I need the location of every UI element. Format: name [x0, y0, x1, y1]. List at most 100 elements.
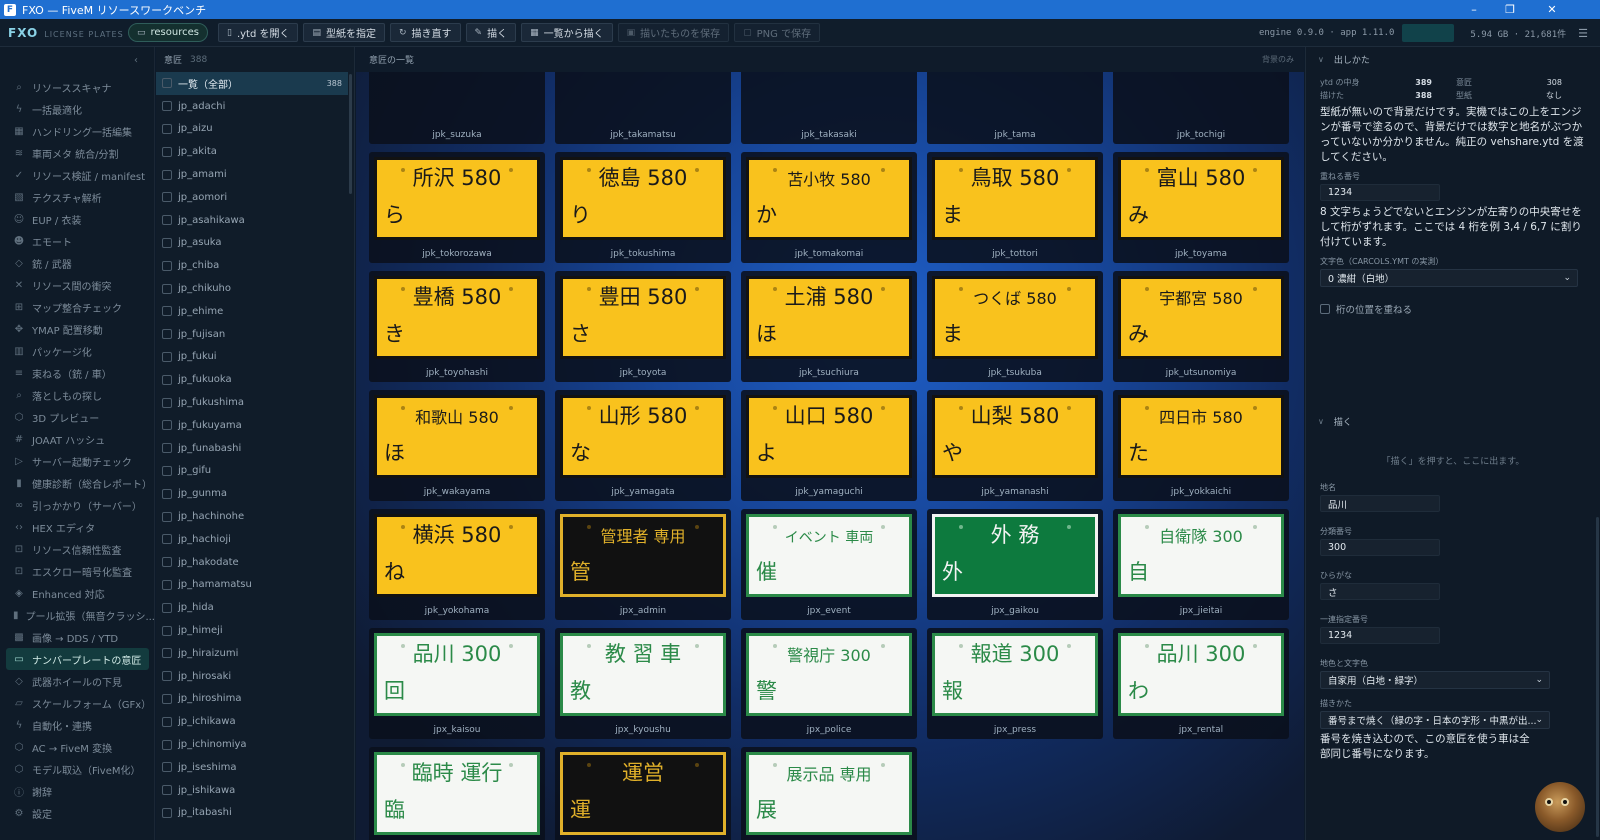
design-list-item[interactable]: jp_hida	[156, 596, 354, 619]
sidebar-item-28[interactable]: ▱ スケールフォーム（GFx）	[0, 692, 154, 714]
plate-card[interactable]: 自衛隊 300 自 jpx_jieitai	[1113, 509, 1289, 620]
toolbar-button-2[interactable]: ▤ 型紙を指定	[303, 23, 385, 42]
plate-card[interactable]: 展示品 専用展jpx_tenji	[741, 747, 917, 840]
overlay-number-input[interactable]: 1234	[1320, 184, 1440, 201]
plate-card[interactable]: 外 務外 jpx_gaikou	[927, 509, 1103, 620]
sidebar-item-19[interactable]: ∞ 引っかかり（サーバー）	[0, 494, 154, 516]
plate-card[interactable]: 土浦 580 ほ jpk_tsuchiura	[741, 271, 917, 382]
sidebar-item-2[interactable]: ▦ ハンドリング一括編集	[0, 120, 154, 142]
plate-card[interactable]: 鳥取 580 ま jpk_tottori	[927, 152, 1103, 263]
toolbar-button-1[interactable]: ▯ .ytd を開く	[217, 23, 299, 42]
plate-card[interactable]: イベント 車両催 jpx_event	[741, 509, 917, 620]
design-list-item[interactable]: jp_himeji	[156, 619, 354, 642]
plate-card[interactable]: 宇都宮 580 み jpk_utsunomiya	[1113, 271, 1289, 382]
plate-card[interactable]: 警視庁 300 警 jpx_police	[741, 628, 917, 739]
sidebar-item-20[interactable]: ‹› HEX エディタ	[0, 516, 154, 538]
toolbar-button-5[interactable]: ▦ 一覧から描く	[521, 23, 613, 42]
design-list-item[interactable]: jp_aomori	[156, 186, 354, 209]
plate-card[interactable]: 四日市 580 た jpk_yokkaichi	[1113, 390, 1289, 501]
overlay-digits-checkbox[interactable]: 桁の位置を重ねる	[1306, 301, 1600, 317]
plate-card[interactable]: jpk_suzuka	[369, 72, 545, 144]
sidebar-item-9[interactable]: ✕ リソース間の衝突	[0, 274, 154, 296]
sidebar-collapse-button[interactable]: ‹	[134, 55, 138, 66]
plate-card[interactable]: 豊橋 580 き jpk_toyohashi	[369, 271, 545, 382]
sidebar-item-26[interactable]: ▭ ナンバープレートの意匠	[6, 648, 149, 670]
design-list-item[interactable]: jp_fukuyama	[156, 414, 354, 437]
design-list-item[interactable]: jp_fujisan	[156, 323, 354, 346]
design-list-item[interactable]: jp_asahikawa	[156, 209, 354, 232]
draw-section-header[interactable]: ∨ 描く	[1306, 409, 1600, 434]
design-list-item[interactable]: jp_ishikawa	[156, 779, 354, 802]
design-list-item[interactable]: jp_iseshima	[156, 756, 354, 779]
background-only-toggle[interactable]: 背景のみ	[1262, 54, 1294, 65]
sidebar-item-22[interactable]: ⊡ エスクロー暗号化監査	[0, 560, 154, 582]
toolbar-button-6[interactable]: ▣ 描いたものを保存	[617, 23, 730, 42]
style-select[interactable]: 自家用（白地・緑字） ⌄	[1320, 671, 1550, 689]
plate-card[interactable]: 所沢 580 ら jpk_tokorozawa	[369, 152, 545, 263]
design-list-item[interactable]: jp_ichinomiya	[156, 733, 354, 756]
toolbar-button-4[interactable]: ✎ 描く	[465, 23, 517, 42]
sidebar-item-24[interactable]: ▮ プール拡張（無音クラッシ...	[0, 604, 154, 626]
sidebar-item-31[interactable]: ⬡ モデル取込（FiveM化）	[0, 758, 154, 780]
plate-card[interactable]: jpk_takamatsu	[555, 72, 731, 144]
plate-card[interactable]: つくば 580 ま jpk_tsukuba	[927, 271, 1103, 382]
mascot-avatar[interactable]	[1535, 782, 1585, 832]
sidebar-item-1[interactable]: ϟ 一括最適化	[0, 98, 154, 120]
sidebar-item-15[interactable]: ⬡ 3D プレビュー	[0, 406, 154, 428]
plate-card[interactable]: 横浜 580 ね jpk_yokohama	[369, 509, 545, 620]
toolbar-button-7[interactable]: ▢ PNG で保存	[734, 23, 821, 42]
design-list-item[interactable]: jp_hachioji	[156, 528, 354, 551]
sidebar-item-18[interactable]: ▮ 健康診断（総合レポート）	[0, 472, 154, 494]
sidebar-item-30[interactable]: ⬡ AC → FiveM 変換	[0, 736, 154, 758]
design-list-item[interactable]: jp_fukui	[156, 346, 354, 369]
sidebar-item-21[interactable]: ⊡ リソース信頼性監査	[0, 538, 154, 560]
close-button[interactable]: ✕	[1534, 0, 1570, 19]
sidebar-item-33[interactable]: ⚙ 設定	[0, 802, 154, 824]
sidebar-item-17[interactable]: ▷ サーバー起動チェック	[0, 450, 154, 472]
design-list-item[interactable]: jp_hamamatsu	[156, 574, 354, 597]
design-list-item[interactable]: jp_hakodate	[156, 551, 354, 574]
plate-card[interactable]: 品川 300 回 jpx_kaisou	[369, 628, 545, 739]
design-list-item[interactable]: jp_akita	[156, 140, 354, 163]
design-list-item[interactable]: jp_itabashi	[156, 802, 354, 825]
sidebar-item-14[interactable]: ⌕ 落としもの探し	[0, 384, 154, 406]
design-list-item[interactable]: 一覧（全部） 388	[156, 72, 348, 95]
sidebar-item-0[interactable]: ⌕ リソーススキャナ	[0, 76, 154, 98]
design-list-item[interactable]: jp_gifu	[156, 460, 354, 483]
sidebar-item-6[interactable]: ☺ EUP / 衣装	[0, 208, 154, 230]
plate-card[interactable]: 報道 300 報 jpx_press	[927, 628, 1103, 739]
plate-card[interactable]: 運営運jpx_staff	[555, 747, 731, 840]
plate-card[interactable]: 品川 300 わ jpx_rental	[1113, 628, 1289, 739]
design-list-item[interactable]: jp_asuka	[156, 232, 354, 255]
plate-card[interactable]: jpk_tama	[927, 72, 1103, 144]
design-list-item[interactable]: jp_fukushima	[156, 391, 354, 414]
sidebar-item-5[interactable]: ▧ テクスチャ解析	[0, 186, 154, 208]
sidebar-item-16[interactable]: # JOAAT ハッシュ	[0, 428, 154, 450]
design-list-item[interactable]: jp_gunma	[156, 482, 354, 505]
sidebar-item-10[interactable]: ⊞ マップ整合チェック	[0, 296, 154, 318]
draw-field-input[interactable]: さ	[1320, 583, 1440, 600]
sidebar-item-25[interactable]: ▩ 画像 → DDS / YTD	[0, 626, 154, 648]
plate-card[interactable]: 苫小牧 580 か jpk_tomakomai	[741, 152, 917, 263]
design-list-item[interactable]: jp_ehime	[156, 300, 354, 323]
options-scrollbar[interactable]	[1596, 517, 1599, 837]
sidebar-item-3[interactable]: ≋ 車両メタ 統合/分割	[0, 142, 154, 164]
sidebar-item-11[interactable]: ✥ YMAP 配置移動	[0, 318, 154, 340]
sidebar-item-29[interactable]: ϟ 自動化・連携	[0, 714, 154, 736]
sidebar-item-32[interactable]: ⓘ 謝辞	[0, 780, 154, 802]
draw-field-input[interactable]: 300	[1320, 539, 1440, 556]
design-list-item[interactable]: jp_amami	[156, 163, 354, 186]
sidebar-item-8[interactable]: ◇ 銃 / 武器	[0, 252, 154, 274]
design-list-item[interactable]: jp_funabashi	[156, 437, 354, 460]
settings-icon[interactable]: ☰	[1578, 27, 1588, 40]
output-section-header[interactable]: ∨ 出しかた	[1306, 47, 1600, 72]
plate-card[interactable]: 富山 580 み jpk_toyama	[1113, 152, 1289, 263]
design-list-item[interactable]: jp_fukuoka	[156, 368, 354, 391]
method-select[interactable]: 番号まで焼く（緑の字・日本の字形・中黒が出... ⌄	[1320, 711, 1550, 729]
design-list-item[interactable]: jp_adachi	[156, 95, 354, 118]
design-list-item[interactable]: jp_hirosaki	[156, 665, 354, 688]
plate-card[interactable]: 和歌山 580 ほ jpk_wakayama	[369, 390, 545, 501]
sidebar-item-13[interactable]: ≡ 束ねる（銃 / 車）	[0, 362, 154, 384]
plate-card[interactable]: 教 習 車教 jpx_kyoushu	[555, 628, 731, 739]
sidebar-item-7[interactable]: ☻ エモート	[0, 230, 154, 252]
